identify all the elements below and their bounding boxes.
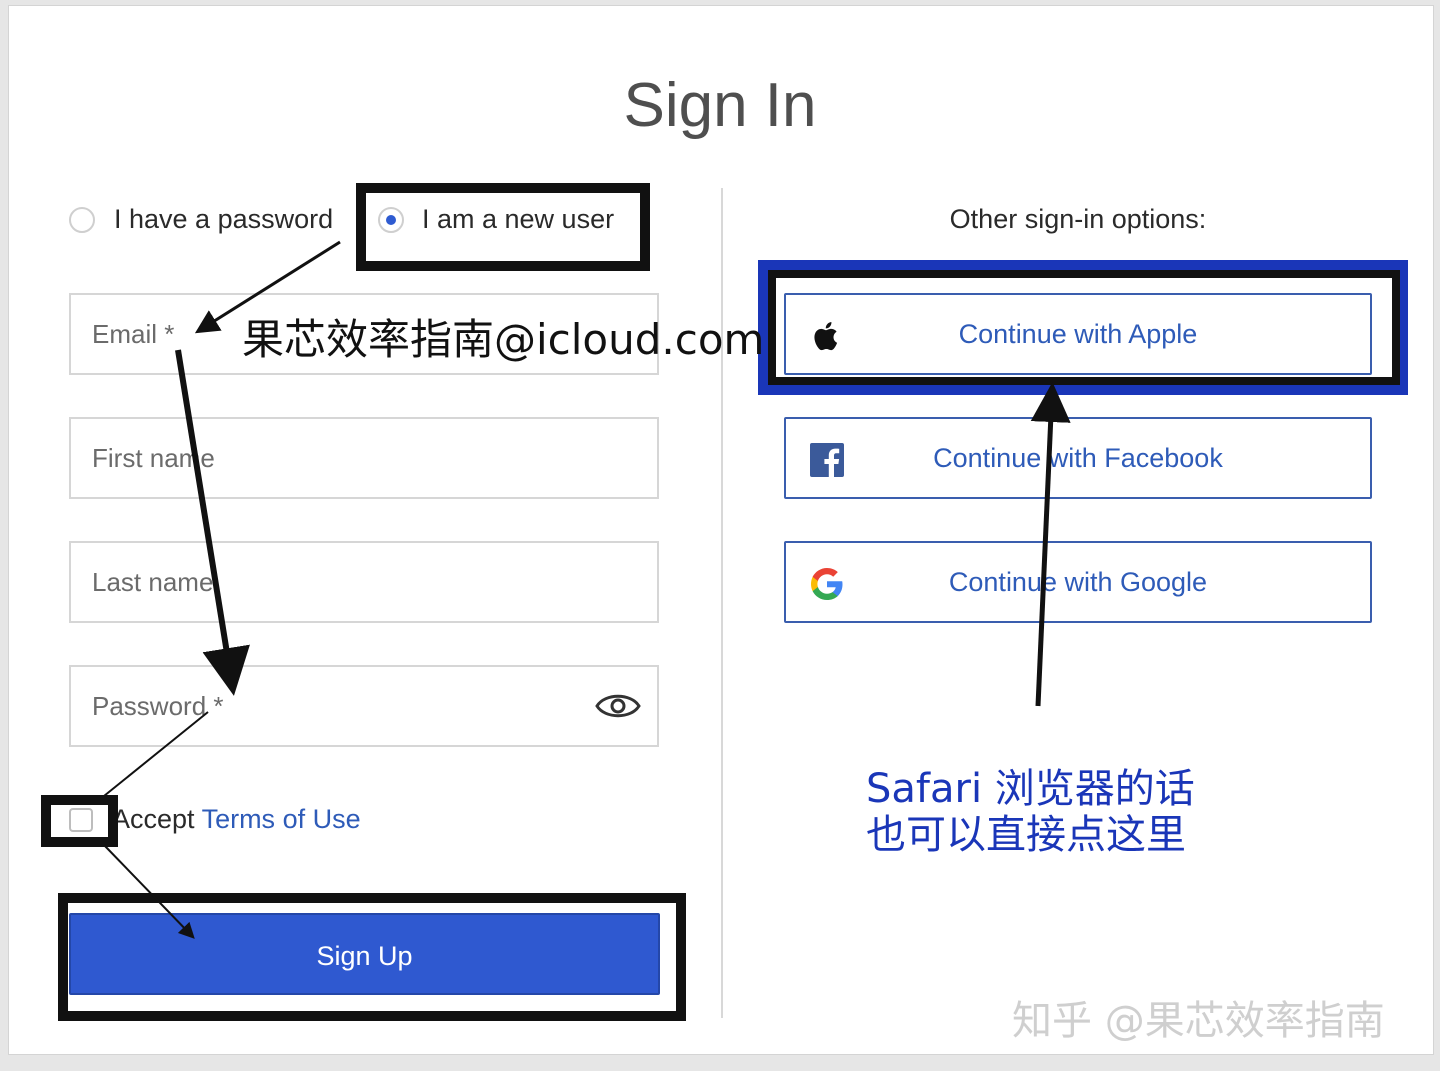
arrow-to-checkbox [103,711,209,797]
arrow-to-apple [1030,382,1071,707]
annotation-arrows [103,240,1071,939]
arrow-to-password [175,349,250,696]
safari-note-line2: 也可以直接点这里 [866,812,1186,858]
email-hint-annotation: 果芯效率指南@icloud.com [242,315,765,364]
watermark: 知乎 @果芯效率指南 [1012,998,1385,1044]
arrow-to-sign-up [103,844,195,939]
